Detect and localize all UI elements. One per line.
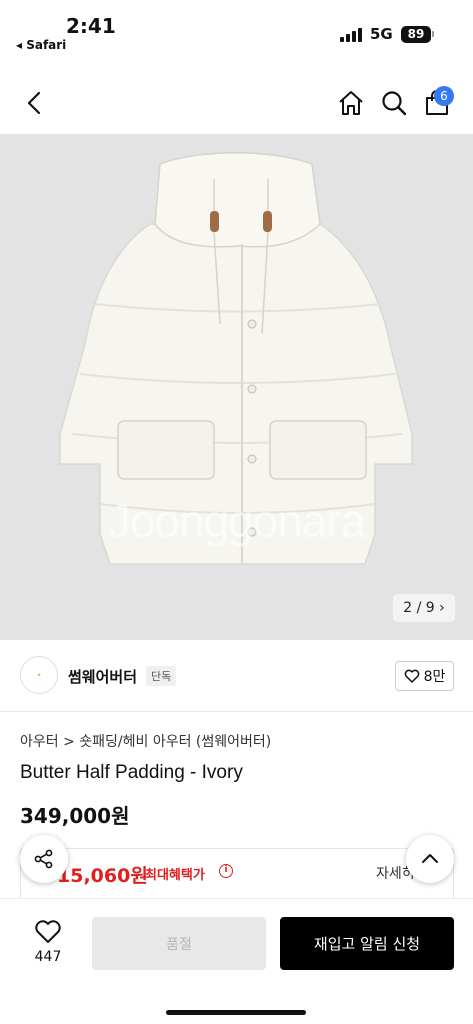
exclusive-badge: 단독 (146, 666, 177, 686)
max-benefit-price: 15,060원 (57, 865, 148, 887)
chevron-up-icon (422, 854, 438, 863)
back-chevron-icon[interactable] (20, 88, 50, 118)
back-to-safari-link[interactable]: ◂ Safari (16, 38, 66, 52)
wishlist-heart-icon[interactable] (34, 919, 62, 945)
status-bar: 2:41 ◂ Safari 5G 89 (0, 0, 473, 60)
brand-like-button[interactable]: 8만 (395, 661, 454, 691)
brand-name[interactable]: 썸웨어버터 (68, 666, 137, 687)
home-indicator (166, 1010, 306, 1015)
heart-outline-icon (404, 669, 419, 683)
home-icon[interactable] (336, 88, 366, 118)
cart-count-badge: 6 (434, 86, 454, 106)
bottom-action-bar: 447 품절 재입고 알림 신청 (0, 898, 473, 1024)
restock-alert-button[interactable]: 재입고 알림 신청 (280, 917, 454, 970)
product-price: 349,000원 (20, 804, 130, 828)
battery-tip (432, 31, 434, 37)
watermark-text: Joonggonara (107, 495, 367, 547)
status-time: 2:41 (66, 14, 116, 38)
max-benefit-label: 최대혜택가 (145, 868, 205, 883)
brand-logo[interactable]: ✦ (20, 656, 58, 694)
brand-row: ✦ 썸웨어버터 단독 8만 (0, 640, 473, 712)
product-image-gallery[interactable]: Joonggonara 2 / 9 › (0, 134, 473, 640)
breadcrumb[interactable]: 아우터 > 숏패딩/헤비 아우터 (썸웨어버터) (20, 731, 271, 751)
share-icon (34, 849, 53, 869)
brand-like-count: 8만 (423, 669, 446, 685)
top-navigation (0, 70, 473, 134)
signal-icon (340, 28, 362, 42)
scroll-to-top-button[interactable] (406, 835, 454, 883)
battery-icon: 89 (401, 26, 431, 43)
network-type: 5G (370, 25, 393, 43)
wishlist-count: 447 (34, 949, 62, 965)
share-button[interactable] (20, 835, 68, 883)
product-title: Butter Half Padding - Ivory (20, 762, 243, 783)
search-icon[interactable] (379, 88, 409, 118)
soldout-button[interactable]: 품절 (92, 917, 266, 970)
image-pager-button[interactable]: 2 / 9 › (393, 594, 455, 622)
padding-jacket-image (59, 152, 413, 565)
info-icon[interactable]: i (219, 864, 233, 878)
